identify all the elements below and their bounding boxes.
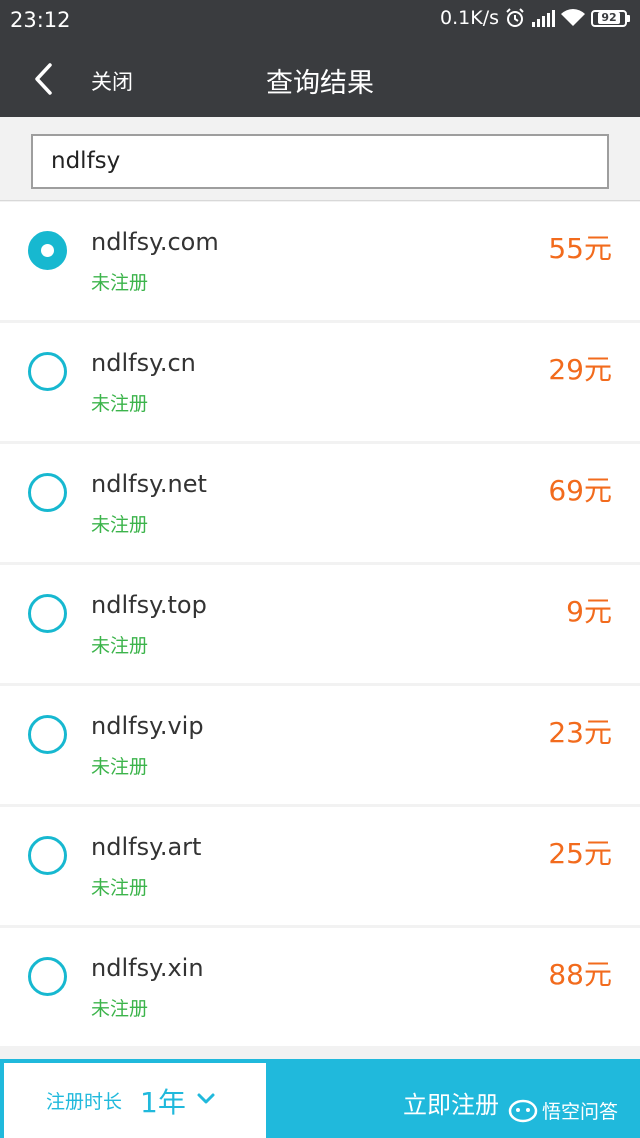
domain-name: ndlfsy.art [91,833,202,861]
domain-price: 9元 [566,595,612,628]
domain-price: 25元 [548,837,612,870]
domain-price: 29元 [548,353,612,386]
nav-bar: 关闭 查询结果 [0,40,640,117]
battery-level: 92 [598,12,620,24]
result-row[interactable]: ndlfsy.vip 未注册 23元 [0,686,640,804]
result-row[interactable]: ndlfsy.net 未注册 69元 [0,444,640,562]
domain-name: ndlfsy.cn [91,349,196,377]
result-list: ndlfsy.com 未注册 55元 ndlfsy.cn 未注册 29元 ndlfsy.ne… [0,202,640,1049]
domain-price: 88元 [548,958,612,991]
radio-button[interactable] [28,715,67,754]
status-icons: 0.1K/s 92 [440,7,630,29]
domain-status: 未注册 [91,998,149,1020]
duration-value: 1年 [140,1085,186,1119]
watermark-text: 悟空问答 [542,1101,619,1123]
duration-label: 注册时长 [46,1091,123,1113]
radio-button[interactable] [28,594,67,633]
domain-status: 未注册 [91,756,149,778]
domain-name: ndlfsy.xin [91,954,204,982]
domain-status: 未注册 [91,877,149,899]
domain-status: 未注册 [91,272,149,294]
alarm-icon [505,8,525,28]
status-time: 23:12 [10,8,71,32]
result-row[interactable]: ndlfsy.art 未注册 25元 [0,807,640,925]
domain-price: 23元 [548,716,612,749]
domain-price: 55元 [548,232,612,265]
page-title: 查询结果 [266,68,374,99]
radio-button[interactable] [28,957,67,996]
duration-selector[interactable]: 注册时长 1年 [4,1063,266,1138]
chevron-down-icon [196,1091,216,1110]
domain-status: 未注册 [91,514,149,536]
radio-button[interactable] [28,231,67,270]
domain-price: 69元 [548,474,612,507]
domain-status: 未注册 [91,635,149,657]
radio-button[interactable] [28,352,67,391]
domain-name: ndlfsy.top [91,591,207,619]
status-bar: 23:12 0.1K/s 92 [0,0,640,40]
domain-status: 未注册 [91,393,149,415]
watermark-logo: 悟空问答 [508,1097,618,1124]
wifi-icon [561,9,585,27]
wukong-logo-icon [508,1099,538,1122]
domain-name: ndlfsy.com [91,228,219,256]
domain-name: ndlfsy.net [91,470,207,498]
radio-button[interactable] [28,473,67,512]
result-row[interactable]: ndlfsy.com 未注册 55元 [0,202,640,320]
search-area: ndlfsy [0,117,640,201]
search-input[interactable]: ndlfsy [31,134,609,189]
result-row[interactable]: ndlfsy.cn 未注册 29元 [0,323,640,441]
domain-name: ndlfsy.vip [91,712,204,740]
result-row[interactable]: ndlfsy.xin 未注册 88元 [0,928,640,1046]
network-speed: 0.1K/s [440,7,499,29]
register-now-button[interactable]: 立即注册 [403,1085,499,1120]
radio-button[interactable] [28,836,67,875]
battery-icon: 92 [591,9,630,27]
result-row[interactable]: ndlfsy.top 未注册 9元 [0,565,640,683]
signal-icon [531,9,555,27]
